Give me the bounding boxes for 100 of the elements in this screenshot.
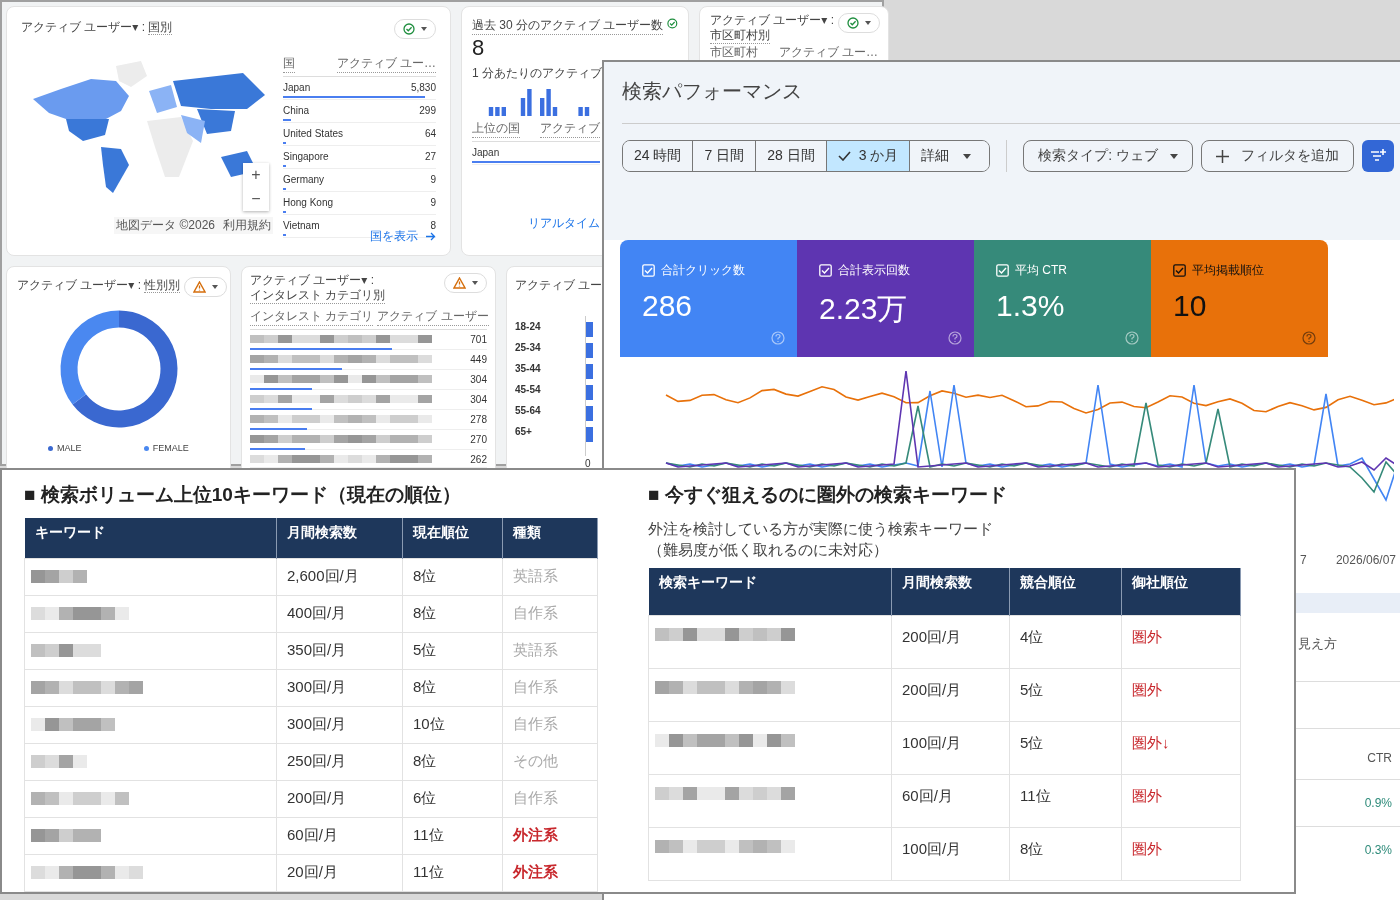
date-range-tab[interactable]: 3 か月 [826, 141, 911, 171]
table-cell: 英語系 [502, 632, 598, 669]
ctr-value: 0.3% [1364, 843, 1392, 857]
map-credit: 地図データ ©2026 [116, 217, 215, 234]
user-count: 262 [470, 453, 487, 465]
table-cell: 400回/月 [276, 595, 403, 632]
table-cell: 8位 [402, 743, 503, 780]
age-label: 65+ [515, 425, 533, 439]
terms-link[interactable]: 利用規約 [223, 217, 271, 234]
card-title[interactable]: アクティブ ユー [515, 278, 603, 292]
table-cell: 250回/月 [276, 743, 403, 780]
page-title: 検索パフォーマンス [622, 78, 1400, 124]
user-count: 278 [470, 413, 487, 425]
column-header[interactable]: アクティブ ユーザー [377, 308, 489, 326]
section-label: 見え方 [1297, 635, 1338, 653]
table-cell: 11位 [402, 817, 503, 854]
table-cell: 外注系 [502, 854, 598, 891]
column-header: 競合順位 [1009, 568, 1122, 615]
metric-label: 平均掲載順位 [1192, 262, 1264, 279]
caret-icon [1170, 153, 1179, 159]
table-cell: 自作系 [502, 595, 598, 632]
country-name: United States [283, 127, 344, 139]
table-cell: 5位 [1009, 668, 1122, 721]
table-cell: 8位 [402, 669, 503, 706]
description-text: （難易度が低く取れるのに未対応） [648, 540, 889, 560]
user-count: 449 [470, 353, 487, 365]
pixelated-text [31, 644, 101, 657]
column-header[interactable]: インタレスト カテゴリ [250, 308, 374, 326]
column-header[interactable]: 上位の国 [472, 120, 520, 138]
dimension-link[interactable]: インタレスト カテゴリ別 [250, 288, 386, 304]
user-count: 9 [430, 173, 436, 185]
card-title: アクティブ ユーザー▾ : [21, 20, 146, 34]
table-cell: 11位 [402, 854, 503, 891]
legend-label: FEMALE [152, 443, 189, 453]
table-cell: 圏外 [1121, 774, 1241, 827]
table-cell: 5位 [402, 632, 503, 669]
country-name: Hong Kong [283, 196, 334, 208]
pixelated-text [31, 570, 87, 583]
column-header: 月間検索数 [276, 518, 403, 558]
add-filter-button[interactable]: フィルタを追加 [1201, 140, 1355, 172]
user-count: 5,830 [410, 81, 436, 93]
country-name: China [283, 104, 310, 116]
dimension-link[interactable]: 市区町村別 [710, 28, 770, 44]
card-title: アクティブ ユーザー▾ : [250, 273, 375, 288]
caret-icon [421, 27, 427, 31]
column-header[interactable]: アクティブ ユー… [336, 55, 436, 73]
table-cell: 圏外 [1121, 827, 1241, 880]
view-countries-link[interactable]: 国を表示 [370, 228, 418, 245]
column-header: 検索キーワード [648, 568, 892, 615]
table-cell: 200回/月 [276, 780, 403, 817]
user-count: 304 [470, 393, 487, 405]
age-label: 35-44 [515, 362, 542, 376]
dimension-link[interactable]: 性別別 [144, 278, 181, 293]
zoom-out-button[interactable]: − [243, 187, 269, 211]
column-header: 御社順位 [1121, 568, 1241, 615]
metric-value: 2.23万 [819, 291, 909, 327]
column-header: 月間検索数 [891, 568, 1010, 615]
user-count: 270 [470, 433, 487, 445]
user-count: 8 [472, 35, 486, 61]
age-label: 25-34 [515, 341, 542, 355]
arrow-right-icon [426, 232, 436, 241]
check-icon [837, 151, 851, 161]
column-header[interactable]: 国 [283, 55, 295, 73]
table-cell: 外注系 [502, 817, 598, 854]
check-circle-icon [667, 17, 678, 30]
plus-icon [1216, 149, 1230, 163]
table-cell: 2,600回/月 [276, 558, 403, 595]
metric-label: 合計表示回数 [838, 262, 910, 279]
country-name: Singapore [283, 150, 329, 162]
column-header: キーワード [24, 518, 277, 558]
table-cell: 8位 [402, 558, 503, 595]
table-cell: 5位 [1009, 721, 1122, 774]
realtime-link[interactable]: リアルタイム [528, 215, 600, 232]
metric-value: 286 [642, 289, 694, 323]
description-text: 外注を検討している方が実際に使う検索キーワード [648, 519, 994, 539]
table-cell: 8位 [1009, 827, 1122, 880]
search-type-dropdown[interactable]: 検索タイプ: ウェブ [1023, 140, 1194, 172]
help-icon[interactable] [1302, 331, 1316, 345]
table-cell: 10位 [402, 706, 503, 743]
table-cell: 60回/月 [891, 774, 1010, 827]
date-range-tab[interactable]: 24 時間 [623, 141, 694, 171]
column-header[interactable]: アクティブ [540, 120, 600, 138]
table-cell: 6位 [402, 780, 503, 817]
column-header[interactable]: CTR [1367, 751, 1392, 765]
axis-label: 7 [1300, 553, 1307, 567]
metric-value: 1.3% [996, 289, 1066, 323]
metric-value: 10 [1173, 289, 1208, 323]
caret-icon [472, 281, 478, 285]
table-cell: 100回/月 [891, 827, 1010, 880]
filter-settings-button[interactable] [1362, 140, 1395, 172]
axis-label: 0 [585, 458, 591, 469]
dimension-link[interactable]: 国別 [148, 20, 173, 35]
table-cell: 100回/月 [891, 721, 1010, 774]
user-count: 304 [470, 373, 487, 385]
filter-icon [1369, 148, 1388, 164]
pixelated-text [31, 829, 101, 842]
metric-card[interactable]: 平均掲載順位 10 [1151, 240, 1328, 357]
zoom-in-button[interactable]: + [243, 163, 269, 187]
table-cell: 200回/月 [891, 615, 1010, 668]
checked-checkbox-icon[interactable] [1173, 264, 1186, 277]
